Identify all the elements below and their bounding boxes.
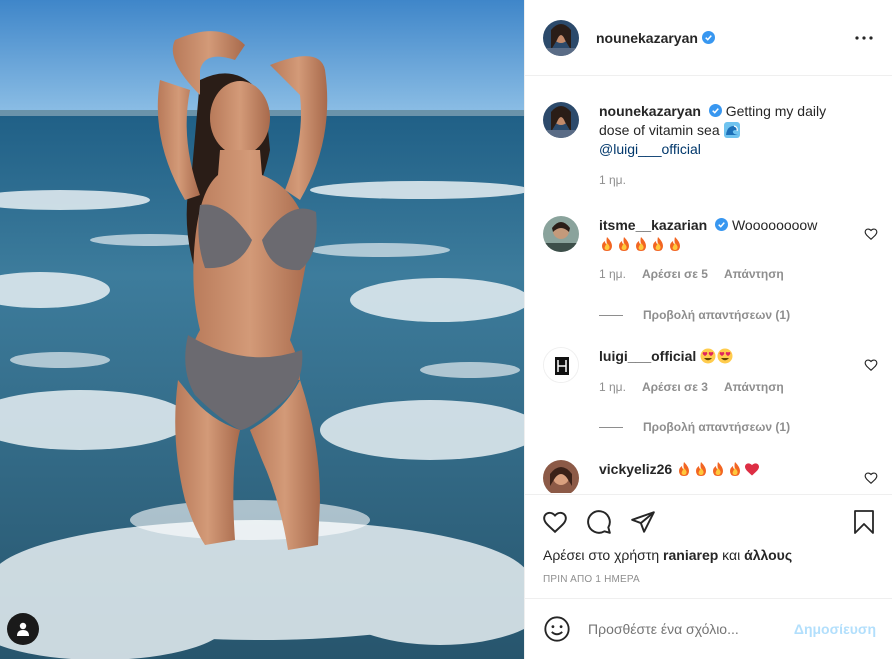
comment-avatar[interactable]	[543, 460, 579, 493]
caption-avatar[interactable]	[543, 102, 579, 138]
replies-divider	[599, 314, 623, 316]
author-username-text[interactable]: nounekazaryan	[596, 30, 698, 46]
comment-text: Woooooooow	[731, 217, 818, 233]
post-sidebar: nounekazaryan nounekazaryan Getting my d…	[524, 0, 892, 659]
save-button[interactable]	[850, 508, 878, 536]
comment-time[interactable]: 1 ημ.	[599, 267, 626, 281]
fire-emoji-icon	[602, 237, 612, 251]
share-button[interactable]	[629, 508, 657, 536]
verified-badge-icon	[708, 104, 722, 117]
red-heart-emoji-icon	[745, 463, 760, 476]
comment-likes[interactable]: Αρέσει σε 5	[642, 267, 708, 281]
tagged-users-button[interactable]	[7, 613, 39, 645]
caption-time[interactable]: 1 ημ.	[599, 173, 626, 187]
wave-emoji-icon	[723, 122, 740, 138]
comment-username[interactable]: vickyeliz26	[599, 461, 672, 477]
heart-icon	[543, 511, 567, 534]
user-icon	[17, 622, 29, 636]
comment-icon	[587, 510, 611, 534]
caption-username[interactable]: nounekazaryan	[599, 103, 701, 119]
comment-avatar[interactable]	[543, 216, 579, 252]
paper-plane-icon	[631, 511, 655, 533]
heart-eyes-emojis	[700, 348, 734, 364]
view-replies-label[interactable]: Προβολή απαντήσεων (1)	[643, 420, 790, 434]
likes-summary[interactable]: Αρέσει στο χρήστη raniarep και άλλους	[543, 547, 792, 563]
comment-username[interactable]: luigi___official	[599, 348, 696, 364]
view-replies-label[interactable]: Προβολή απαντήσεων (1)	[643, 308, 790, 322]
beach-photo	[0, 0, 524, 659]
fire-emoji-icon	[619, 237, 629, 251]
caption-mention[interactable]: @luigi___official	[599, 141, 701, 157]
view-replies-button[interactable]: Προβολή απαντήσεων (1)	[599, 308, 790, 322]
author-avatar[interactable]	[543, 19, 579, 56]
comment-username[interactable]: itsme__kazarian	[599, 217, 707, 233]
like-button[interactable]	[541, 508, 569, 536]
fire-emoji-icon	[670, 237, 680, 251]
bookmark-icon	[854, 510, 874, 534]
reply-button[interactable]: Απάντηση	[724, 380, 784, 394]
reply-button[interactable]: Απάντηση	[724, 267, 784, 281]
comments-list[interactable]: nounekazaryan Getting my daily dose of v…	[525, 77, 892, 493]
likes-user[interactable]: raniarep	[663, 547, 718, 563]
verified-badge-icon	[701, 31, 715, 44]
more-options-button[interactable]	[852, 26, 876, 50]
comment-avatar[interactable]	[543, 347, 579, 383]
emoji-smile-icon[interactable]	[543, 615, 571, 643]
add-comment-bar: Δημοσίευση	[525, 598, 892, 659]
comment-like-heart-icon[interactable]	[864, 471, 878, 485]
post-date[interactable]: ΠΡΙΝ ΑΠΟ 1 ΗΜΕΡΑ	[543, 574, 640, 585]
view-replies-button[interactable]: Προβολή απαντήσεων (1)	[599, 420, 790, 434]
post-actions: Αρέσει στο χρήστη raniarep και άλλους ΠΡ…	[525, 494, 892, 598]
fire-emoji-icon	[696, 462, 707, 476]
post-photo[interactable]	[0, 0, 524, 659]
more-horizontal-icon	[855, 35, 873, 40]
post-comment-button[interactable]: Δημοσίευση	[794, 621, 876, 637]
heart-eyes-emoji-icon	[717, 348, 733, 364]
author-username[interactable]: nounekazaryan	[596, 30, 715, 46]
replies-divider	[599, 426, 623, 428]
comment-like-heart-icon[interactable]	[864, 227, 878, 241]
likes-others[interactable]: άλλους	[744, 547, 792, 563]
heart-eyes-emoji-icon	[700, 348, 716, 364]
comment-time[interactable]: 1 ημ.	[599, 380, 626, 394]
fire-emoji-icon	[636, 237, 646, 251]
fire-emoji-icon	[713, 462, 724, 476]
likes-prefix: Αρέσει στο χρήστη	[543, 547, 660, 563]
comment-input[interactable]	[588, 621, 794, 637]
verified-badge-icon	[715, 218, 729, 231]
comment-button[interactable]	[585, 508, 613, 536]
post-header: nounekazaryan	[525, 0, 892, 76]
emoji-row	[676, 461, 761, 477]
action-icons	[541, 508, 878, 536]
fire-emoji-icon	[730, 462, 741, 476]
comment-likes[interactable]: Αρέσει σε 3	[642, 380, 708, 394]
comment-like-heart-icon[interactable]	[864, 358, 878, 372]
fire-emojis	[599, 236, 684, 252]
fire-emoji-icon	[653, 237, 663, 251]
likes-and: και	[722, 547, 741, 563]
fire-emoji-icon	[679, 462, 690, 476]
